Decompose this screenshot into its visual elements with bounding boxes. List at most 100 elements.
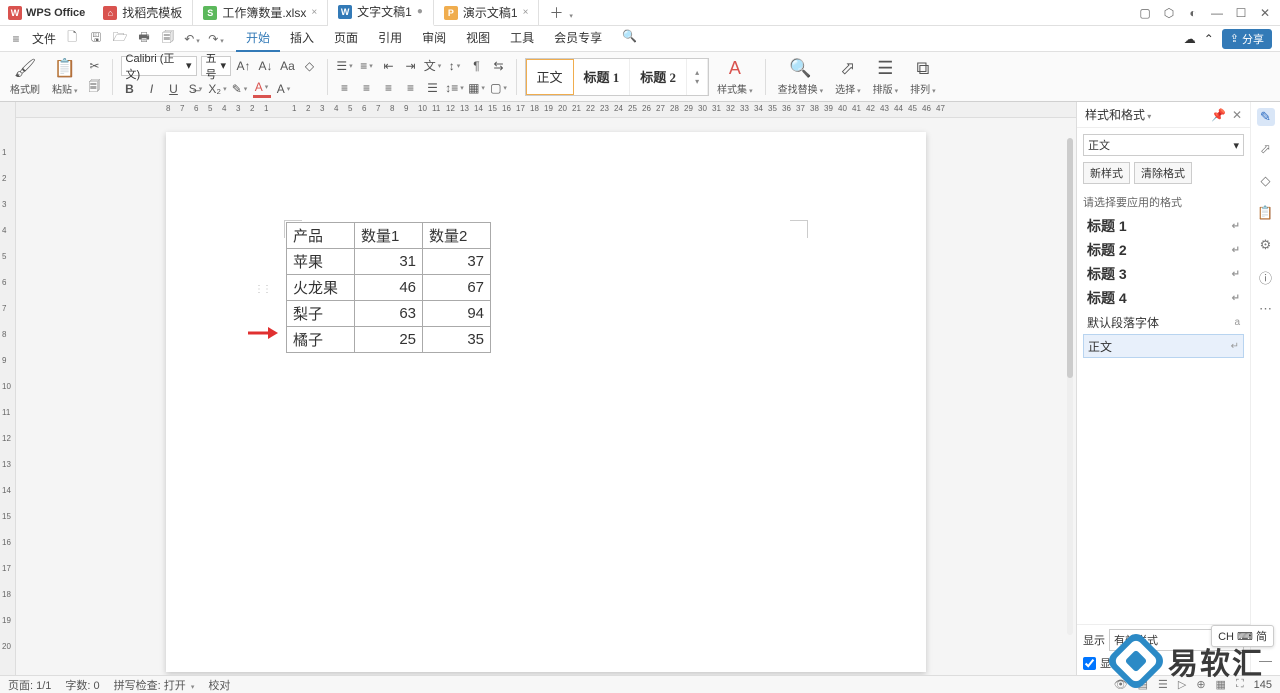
underline-icon[interactable]: U <box>165 80 183 98</box>
share-button[interactable]: ⇪ 分享 <box>1222 29 1272 49</box>
sort-icon[interactable]: ↕ <box>446 57 464 75</box>
close-icon[interactable]: ✕ <box>1258 6 1272 20</box>
maximize-icon[interactable]: ☐ <box>1234 6 1248 20</box>
panel-title[interactable]: 样式和格式 <box>1085 106 1151 123</box>
increase-font-icon[interactable]: A↑ <box>235 57 253 75</box>
status-spell[interactable]: 拼写检查: 打开 <box>114 677 195 693</box>
layout-button[interactable]: ☰ 排版 <box>869 52 903 101</box>
redo-icon[interactable]: ↷ <box>208 32 224 46</box>
cloud-icon[interactable]: ☁ <box>1184 32 1196 46</box>
numbering-icon[interactable]: ≡ <box>358 57 376 75</box>
tab-workbook[interactable]: S 工作簿数量.xlsx × <box>193 0 328 26</box>
window-restore-icon[interactable]: ▢ <box>1138 6 1152 20</box>
table-handle-icon[interactable]: ⋮⋮ <box>254 284 270 295</box>
preview-checkbox[interactable] <box>1083 657 1096 670</box>
strike-icon[interactable]: S̶ <box>187 80 205 98</box>
close-panel-icon[interactable]: ✕ <box>1232 108 1242 122</box>
ribbon-tab-review[interactable]: 审阅 <box>412 25 456 52</box>
help-tool-icon[interactable]: ⓘ <box>1257 268 1275 286</box>
document-canvas[interactable]: ⋮⋮ 产品数量1数量2苹果3137火龙果4667梨子6394橘子2535 <box>16 118 1076 675</box>
clear-format-icon[interactable]: ◇ <box>301 57 319 75</box>
line-spacing-icon[interactable]: ↕≡ <box>446 79 464 97</box>
borders-icon[interactable]: ▢ <box>490 79 508 97</box>
settings-tool-icon[interactable]: ⚙ <box>1257 236 1275 254</box>
font-color-icon[interactable]: A <box>253 80 271 98</box>
align-right-icon[interactable]: ≡ <box>380 79 398 97</box>
table-cell[interactable]: 25 <box>355 327 423 353</box>
current-style-select[interactable]: 正文▾ <box>1083 134 1244 156</box>
save-icon[interactable]: 🖫 <box>88 28 104 49</box>
style-normal[interactable]: 正文 <box>526 59 574 95</box>
font-size-select[interactable]: 五号▾ <box>201 56 231 76</box>
tab-close-icon[interactable]: × <box>311 7 317 18</box>
new-icon[interactable]: 🗋 <box>64 28 80 49</box>
new-tab-button[interactable]: ＋ <box>539 3 582 23</box>
table-cell[interactable]: 火龙果 <box>287 275 355 301</box>
paste-button[interactable]: 📋 粘贴 <box>48 52 82 101</box>
table-cell[interactable]: 63 <box>355 301 423 327</box>
style-list-item[interactable]: 正文↵ <box>1083 334 1244 358</box>
select-tool-icon[interactable]: ⬀ <box>1257 140 1275 158</box>
file-menu[interactable]: 文件 <box>32 30 56 47</box>
search-icon[interactable]: 🔍 <box>612 25 647 52</box>
table-cell[interactable]: 梨子 <box>287 301 355 327</box>
vertical-scrollbar[interactable] <box>1067 138 1073 635</box>
table-cell[interactable]: 94 <box>423 301 491 327</box>
tab-templates[interactable]: ⌂ 找稻壳模板 <box>93 0 193 26</box>
align-center-icon[interactable]: ≡ <box>358 79 376 97</box>
style-h2[interactable]: 标题 2 <box>630 59 687 95</box>
change-case-icon[interactable]: Aa <box>279 57 297 75</box>
ribbon-tab-home[interactable]: 开始 <box>236 25 280 52</box>
more-tool-icon[interactable]: ⋯ <box>1257 300 1275 318</box>
clipboard-tool-icon[interactable]: 📋 <box>1257 204 1275 222</box>
pin-icon[interactable]: 📌 <box>1211 108 1226 122</box>
style-gallery[interactable]: 正文 标题 1 标题 2 ▴▾ <box>525 58 710 96</box>
print-icon[interactable]: 🖶 <box>136 28 152 49</box>
subscript-icon[interactable]: X₂ <box>209 80 227 98</box>
table-row[interactable]: 苹果3137 <box>287 249 491 275</box>
indent-inc-icon[interactable]: ⇥ <box>402 57 420 75</box>
table-header[interactable]: 数量2 <box>423 223 491 249</box>
tab-document[interactable]: W 文字文稿1 ● <box>328 0 434 26</box>
style-set-button[interactable]: A 样式集 <box>713 52 757 101</box>
table-cell[interactable]: 37 <box>423 249 491 275</box>
status-words[interactable]: 字数: 0 <box>65 677 99 693</box>
status-page[interactable]: 页面: 1/1 <box>8 677 51 693</box>
print-preview-icon[interactable]: 🗐 <box>160 28 176 49</box>
find-replace-button[interactable]: 🔍 查找替换 <box>774 52 828 101</box>
clear-format-button[interactable]: 清除格式 <box>1134 162 1192 184</box>
data-table[interactable]: 产品数量1数量2苹果3137火龙果4667梨子6394橘子2535 <box>286 222 491 353</box>
vertical-ruler[interactable]: 1234567891011121314151617181920 <box>0 102 16 675</box>
show-marks-icon[interactable]: ¶ <box>468 57 486 75</box>
ribbon-tab-member[interactable]: 会员专享 <box>544 25 612 52</box>
table-header[interactable]: 数量1 <box>355 223 423 249</box>
decrease-font-icon[interactable]: A↓ <box>257 57 275 75</box>
style-list-item[interactable]: 标题 3↵ <box>1083 262 1244 286</box>
ribbon-tab-insert[interactable]: 插入 <box>280 25 324 52</box>
copy-icon[interactable]: 🗐 <box>86 79 104 97</box>
style-list-item[interactable]: 标题 1↵ <box>1083 214 1244 238</box>
apps-icon[interactable]: ⬡ <box>1162 6 1176 20</box>
arrange-button[interactable]: ⧉ 排列 <box>906 52 940 101</box>
table-row[interactable]: 火龙果4667 <box>287 275 491 301</box>
scrollbar-thumb[interactable] <box>1067 138 1073 378</box>
bullets-icon[interactable]: ☰ <box>336 57 354 75</box>
horizontal-ruler[interactable]: 8765432112345678910111213141516171819202… <box>16 102 1076 118</box>
hamburger-icon[interactable]: ≡ <box>8 32 24 46</box>
table-cell[interactable]: 橘子 <box>287 327 355 353</box>
italic-icon[interactable]: I <box>143 80 161 98</box>
highlight-icon[interactable]: ✎ <box>231 80 249 98</box>
distribute-icon[interactable]: ☰ <box>424 79 442 97</box>
select-button[interactable]: ⬀ 选择 <box>831 52 865 101</box>
table-cell[interactable]: 46 <box>355 275 423 301</box>
cut-icon[interactable]: ✂ <box>86 57 104 75</box>
text-direction-icon[interactable]: 文 <box>424 57 442 75</box>
table-cell[interactable]: 31 <box>355 249 423 275</box>
ribbon-tab-tools[interactable]: 工具 <box>500 25 544 52</box>
table-cell[interactable]: 35 <box>423 327 491 353</box>
style-list-item[interactable]: 标题 2↵ <box>1083 238 1244 262</box>
style-list-item[interactable]: 默认段落字体a <box>1083 310 1244 334</box>
font-name-select[interactable]: Calibri (正文)▾ <box>121 56 197 76</box>
user-icon[interactable]: ◐ <box>1186 6 1200 20</box>
ribbon-tab-view[interactable]: 视图 <box>456 25 500 52</box>
